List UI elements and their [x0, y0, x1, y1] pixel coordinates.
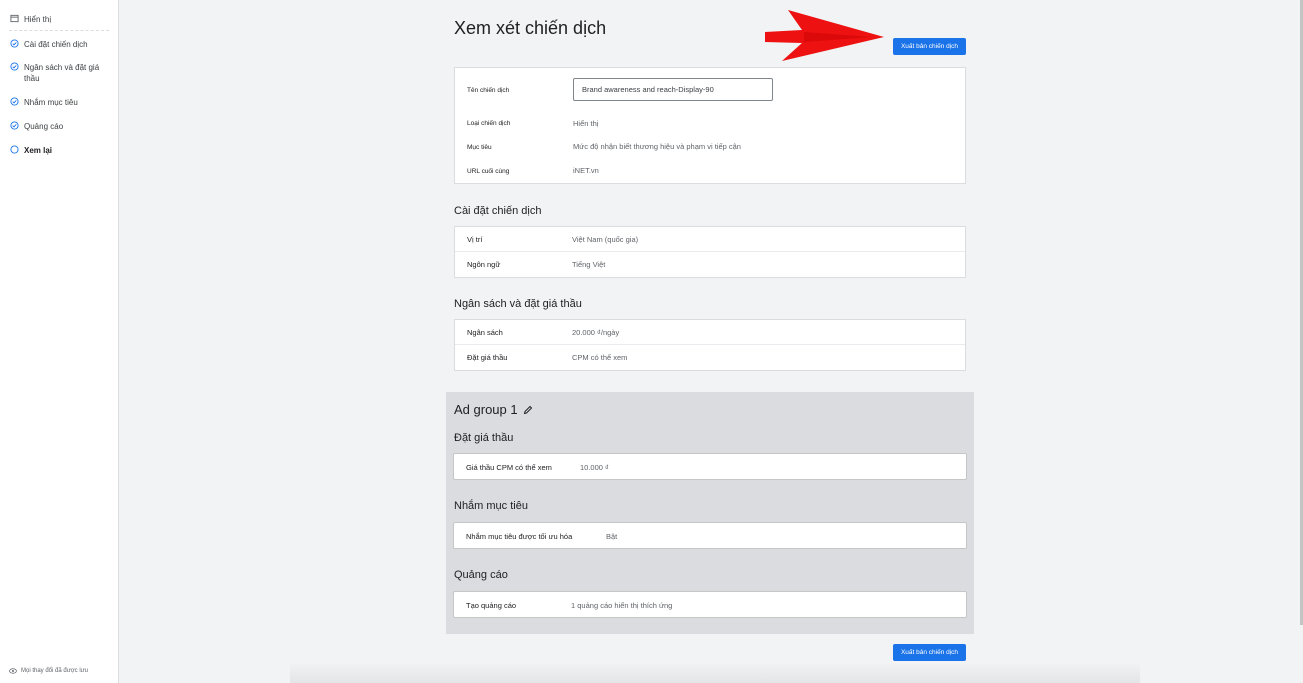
campaign-type-value: Hiển thị — [573, 119, 599, 128]
sidebar-item-label: Xem lại — [24, 146, 53, 155]
sidebar-divider — [9, 30, 109, 31]
ad-group-targeting-card[interactable]: Nhắm mục tiêu được tối ưu hóa Bật — [453, 522, 967, 549]
ad-group-ads-title: Quảng cáo — [454, 569, 508, 581]
targeting-label: Nhắm mục tiêu được tối ưu hóa — [466, 532, 573, 541]
budget-row[interactable]: Ngân sách 20.000 ₫/ngày — [455, 320, 965, 345]
campaign-goal-label: Mục tiêu — [467, 144, 492, 151]
location-value: Việt Nam (quốc gia) — [572, 235, 639, 244]
display-icon — [9, 14, 19, 23]
budget-bidding-card: Ngân sách 20.000 ₫/ngày Đặt giá thầu CPM… — [454, 319, 966, 371]
sidebar-item-targeting[interactable]: Nhắm mục tiêu — [9, 97, 78, 108]
ad-group-title: Ad group 1 — [454, 402, 533, 417]
language-label: Ngôn ngữ — [467, 260, 501, 269]
campaign-info-card: Tên chiến dịch Loại chiến dịch Hiển thị … — [454, 67, 966, 184]
sidebar-item-ads[interactable]: Quảng cáo — [9, 121, 63, 132]
sidebar-item-display[interactable]: Hiển thị — [9, 14, 51, 25]
check-circle-icon — [9, 97, 19, 106]
ad-group-panel: Ad group 1 Đặt giá thầu Giá thầu CPM có … — [446, 392, 974, 634]
location-row[interactable]: Vị trí Việt Nam (quốc gia) — [455, 227, 965, 252]
budget-bidding-title: Ngân sách và đặt giá thầu — [454, 298, 582, 310]
sidebar-item-label: Nhắm mục tiêu — [24, 98, 78, 107]
empty-circle-icon — [9, 145, 19, 154]
bottom-shadow — [290, 662, 1140, 683]
pencil-icon[interactable] — [523, 405, 533, 415]
bid-label: Giá thầu CPM có thể xem — [466, 463, 552, 472]
ad-group-targeting-title: Nhắm mục tiêu — [454, 500, 528, 512]
sidebar-item-review[interactable]: Xem lại — [9, 145, 52, 156]
eye-icon — [9, 668, 17, 674]
final-url-value: iNET.vn — [573, 166, 599, 175]
check-circle-icon — [9, 62, 19, 71]
final-url-label: URL cuối cùng — [467, 168, 510, 175]
create-ads-value: 1 quảng cáo hiển thị thích ứng — [571, 601, 673, 610]
campaign-goal-value: Mức độ nhận biết thương hiệu và phạm vi … — [573, 142, 741, 151]
language-row[interactable]: Ngôn ngữ Tiếng Việt — [455, 252, 965, 277]
sidebar-item-budget[interactable]: Ngân sách và đặt giá thầu — [9, 62, 113, 84]
ad-group-bid-card[interactable]: Giá thầu CPM có thể xem 10.000 ₫ — [453, 453, 967, 480]
bidding-row[interactable]: Đặt giá thầu CPM có thể xem — [455, 345, 965, 370]
campaign-name-input[interactable] — [573, 78, 773, 101]
campaign-settings-title: Cài đặt chiến dịch — [454, 205, 542, 217]
ad-group-ads-card[interactable]: Tạo quảng cáo 1 quảng cáo hiển thị thích… — [453, 591, 967, 618]
publish-campaign-button[interactable]: Xuất bản chiến dịch — [893, 38, 966, 55]
annotation-arrow-icon — [765, 10, 884, 61]
language-value: Tiếng Việt — [572, 260, 606, 269]
check-circle-icon — [9, 121, 19, 130]
check-circle-icon — [9, 39, 19, 48]
campaign-name-label: Tên chiến dịch — [467, 87, 510, 94]
bid-value: 10.000 ₫ — [580, 463, 609, 472]
budget-value: 20.000 ₫/ngày — [572, 328, 620, 337]
location-label: Vị trí — [467, 235, 483, 244]
bidding-value: CPM có thể xem — [572, 353, 628, 362]
sidebar: Hiển thị Cài đặt chiến dịch Ngân sách và… — [0, 0, 119, 683]
campaign-settings-card: Vị trí Việt Nam (quốc gia) Ngôn ngữ Tiến… — [454, 226, 966, 278]
sidebar-item-label: Cài đặt chiến dịch — [24, 40, 88, 49]
save-status: Mọi thay đổi đã được lưu — [9, 668, 88, 674]
campaign-type-label: Loại chiến dịch — [467, 120, 511, 127]
ad-group-name: Ad group 1 — [454, 402, 518, 417]
sidebar-item-campaign-settings[interactable]: Cài đặt chiến dịch — [9, 39, 88, 50]
sidebar-item-label: Hiển thị — [24, 15, 52, 24]
targeting-value: Bật — [606, 532, 618, 541]
create-ads-label: Tạo quảng cáo — [466, 601, 517, 610]
sidebar-item-label: Ngân sách và đặt giá thầu — [24, 63, 100, 83]
bidding-label: Đặt giá thầu — [467, 353, 508, 362]
budget-label: Ngân sách — [467, 328, 503, 337]
save-status-text: Mọi thay đổi đã được lưu — [21, 668, 88, 674]
ad-group-bid-title: Đặt giá thầu — [454, 432, 514, 444]
page-title: Xem xét chiến dịch — [454, 18, 607, 38]
sidebar-item-label: Quảng cáo — [24, 122, 64, 131]
publish-campaign-button-bottom[interactable]: Xuất bản chiến dịch — [893, 644, 966, 661]
